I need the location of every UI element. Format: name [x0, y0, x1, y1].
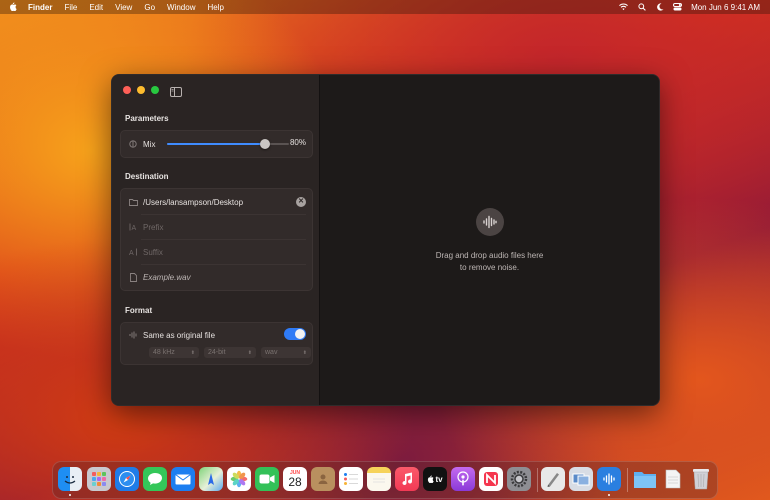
zoom-window-button[interactable]: [151, 86, 159, 94]
clear-path-button[interactable]: ✕: [296, 197, 306, 207]
parameters-heading: Parameters: [125, 114, 169, 123]
menu-finder[interactable]: Finder: [28, 3, 52, 12]
svg-text:A: A: [131, 225, 136, 231]
document-icon[interactable]: [661, 467, 685, 491]
sample-rate-value: 48 kHz: [153, 349, 175, 356]
news-icon[interactable]: [479, 467, 503, 491]
running-indicator: [69, 494, 71, 496]
prefix-icon: A: [128, 223, 138, 231]
suffix-icon: A: [128, 248, 138, 256]
notes-icon[interactable]: [367, 467, 391, 491]
mix-slider[interactable]: [167, 139, 289, 149]
mail-icon[interactable]: [171, 467, 195, 491]
tv-icon[interactable]: tv: [423, 467, 447, 491]
divider: [141, 264, 306, 265]
downloads-folder-icon[interactable]: [633, 467, 657, 491]
apple-menu-icon[interactable]: [4, 2, 22, 13]
destination-heading: Destination: [125, 172, 169, 181]
menu-help[interactable]: Help: [207, 3, 223, 12]
system-settings-icon[interactable]: [507, 467, 531, 491]
file-type-select[interactable]: wav ⬍: [261, 347, 311, 358]
settings-sidebar: Parameters Mix 80% Destination /Users/la…: [112, 75, 320, 405]
format-heading: Format: [125, 306, 153, 315]
calendar-icon[interactable]: JUN 28: [283, 467, 307, 491]
format-group: Same as original file 48 kHz ⬍ 24-bit ⬍ …: [120, 322, 313, 365]
destination-path-row[interactable]: /Users/lansampson/Desktop: [121, 196, 312, 208]
photos-icon[interactable]: [227, 467, 251, 491]
suffix-row[interactable]: A Suffix: [121, 246, 312, 258]
chevron-updown-icon: ⬍: [190, 349, 195, 356]
destination-group: /Users/lansampson/Desktop ✕ A Prefix A S…: [120, 188, 313, 291]
bit-depth-select[interactable]: 24-bit ⬍: [204, 347, 256, 358]
launchpad-icon[interactable]: [87, 467, 111, 491]
waveform-small-icon: [128, 331, 138, 339]
dock-separator: [537, 468, 538, 492]
tv-label: tv: [435, 474, 443, 484]
svg-text:A: A: [129, 250, 134, 256]
divider: [141, 214, 306, 215]
mix-slider-knob[interactable]: [259, 139, 270, 149]
facetime-icon[interactable]: [255, 467, 279, 491]
script-editor-icon[interactable]: [541, 467, 565, 491]
sample-rate-select[interactable]: 48 kHz ⬍: [149, 347, 199, 358]
menu-edit[interactable]: Edit: [89, 3, 103, 12]
app-window: Parameters Mix 80% Destination /Users/la…: [111, 74, 660, 406]
mix-slider-fill: [167, 143, 265, 145]
menu-file[interactable]: File: [64, 3, 77, 12]
prefix-row[interactable]: A Prefix: [121, 221, 312, 233]
drop-instructions-line1: Drag and drop audio files here: [435, 251, 544, 260]
suffix-input[interactable]: Suffix: [143, 248, 163, 257]
contacts-icon[interactable]: [311, 467, 335, 491]
menu-go[interactable]: Go: [144, 3, 155, 12]
format-selects: 48 kHz ⬍ 24-bit ⬍ wav ⬍: [149, 347, 311, 358]
moon-icon[interactable]: [655, 3, 664, 12]
menu-bar-clock[interactable]: Mon Jun 6 9:41 AM: [691, 3, 760, 12]
document-icon: [128, 272, 138, 282]
folder-icon: [128, 198, 138, 206]
same-as-original-toggle[interactable]: [284, 328, 306, 340]
window-controls: [123, 86, 159, 94]
trash-icon[interactable]: [689, 467, 713, 491]
mix-icon: [128, 140, 138, 148]
bit-depth-value: 24-bit: [208, 349, 226, 356]
drop-zone[interactable]: Drag and drop audio files here to remove…: [320, 75, 659, 405]
dock: JUN 28 tv: [52, 461, 718, 499]
example-filename: Example.wav: [143, 272, 191, 282]
parameters-group: Mix 80%: [120, 130, 313, 158]
messages-icon[interactable]: [143, 467, 167, 491]
chevron-updown-icon: ⬍: [247, 349, 252, 356]
destination-path: /Users/lansampson/Desktop: [143, 197, 244, 207]
maps-icon[interactable]: [199, 467, 223, 491]
safari-icon[interactable]: [115, 467, 139, 491]
prefix-input[interactable]: Prefix: [143, 223, 163, 232]
file-type-value: wav: [265, 349, 278, 356]
menu-view[interactable]: View: [115, 3, 132, 12]
minimize-window-button[interactable]: [137, 86, 145, 94]
close-window-button[interactable]: [123, 86, 131, 94]
menu-window[interactable]: Window: [167, 3, 195, 12]
audio-app-icon[interactable]: [597, 467, 621, 491]
chevron-updown-icon: ⬍: [302, 349, 307, 356]
calendar-day: 28: [288, 474, 302, 489]
menu-bar: Finder File Edit View Go Window Help Mon…: [0, 0, 770, 14]
toggle-knob: [295, 329, 305, 339]
example-row: Example.wav: [121, 271, 312, 283]
dock-separator: [627, 468, 628, 492]
finder-icon[interactable]: [58, 467, 82, 491]
preview-icon[interactable]: [569, 467, 593, 491]
sidebar-toggle-icon[interactable]: [170, 84, 182, 97]
drop-instructions-line2: to remove noise.: [459, 263, 520, 272]
running-indicator: [608, 494, 610, 496]
search-icon[interactable]: [637, 3, 646, 12]
reminders-icon[interactable]: [339, 467, 363, 491]
control-center-icon[interactable]: [673, 3, 683, 12]
music-icon[interactable]: [395, 467, 419, 491]
waveform-icon: [476, 208, 504, 236]
divider: [141, 239, 306, 240]
podcasts-icon[interactable]: [451, 467, 475, 491]
wifi-icon[interactable]: [619, 3, 628, 12]
same-as-original-label: Same as original file: [143, 330, 216, 340]
mix-value: 80%: [289, 138, 306, 147]
mix-label: Mix: [143, 139, 156, 149]
